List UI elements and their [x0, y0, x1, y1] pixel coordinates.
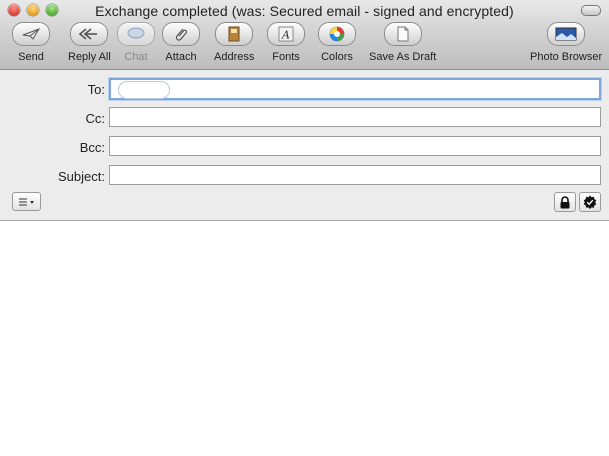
to-field[interactable] — [109, 78, 601, 100]
sign-button[interactable] — [579, 192, 601, 212]
subject-row: Subject: — [0, 165, 609, 189]
save-as-draft-button[interactable]: Save As Draft — [369, 22, 436, 63]
color-wheel-icon — [329, 26, 345, 42]
photo-icon — [555, 27, 577, 41]
subject-label: Subject: — [58, 169, 105, 184]
window-controls — [8, 4, 58, 16]
cc-label: Cc: — [85, 111, 106, 126]
window-title: Exchange completed (was: Secured email -… — [95, 3, 514, 19]
to-label: To: — [87, 82, 105, 97]
to-row: To: — [0, 78, 609, 102]
save-as-draft-label: Save As Draft — [369, 51, 437, 63]
chat-icon — [127, 27, 145, 39]
photo-browser-label: Photo Browser — [530, 51, 603, 63]
send-label: Send — [18, 51, 44, 63]
list-icon — [18, 198, 34, 205]
subject-field[interactable] — [109, 165, 601, 185]
format-menu-button[interactable] — [12, 192, 41, 211]
address-label: Address — [214, 51, 255, 63]
colors-button[interactable]: Colors — [318, 22, 356, 63]
address-book-icon — [228, 26, 240, 42]
address-button[interactable]: Address — [214, 22, 254, 63]
reply-all-label: Reply All — [68, 51, 111, 63]
mail-compose-window: Exchange completed (was: Secured email -… — [0, 0, 609, 456]
fonts-icon: A — [278, 26, 294, 42]
toolbar: Send Reply All Chat Attach Address A Fon… — [0, 22, 609, 68]
bcc-field[interactable] — [109, 136, 601, 156]
window-chrome: Exchange completed (was: Secured email -… — [0, 0, 609, 70]
colors-label: Colors — [321, 51, 353, 63]
svg-text:A: A — [281, 29, 290, 42]
chat-button[interactable]: Chat — [117, 22, 155, 63]
cc-field[interactable] — [109, 107, 601, 127]
reply-all-button[interactable]: Reply All — [68, 22, 111, 63]
redacted-recipient — [118, 81, 170, 99]
bcc-label: Bcc: — [79, 140, 105, 155]
draft-icon — [397, 26, 409, 42]
chat-label: Chat — [124, 51, 148, 63]
paperclip-icon — [175, 28, 188, 41]
photo-browser-button[interactable]: Photo Browser — [530, 22, 602, 63]
lock-icon — [560, 195, 570, 208]
cc-row: Cc: — [0, 107, 609, 131]
message-body[interactable] — [0, 221, 609, 456]
reply-all-icon — [79, 28, 98, 40]
fonts-button[interactable]: A Fonts — [267, 22, 305, 63]
send-button[interactable]: Send — [12, 22, 50, 63]
bcc-row: Bcc: — [0, 136, 609, 160]
send-icon — [22, 28, 41, 40]
encrypt-button[interactable] — [554, 192, 576, 212]
minimize-window-button[interactable] — [27, 4, 39, 16]
fonts-label: Fonts — [272, 51, 300, 63]
zoom-window-button[interactable] — [46, 4, 58, 16]
signed-badge-icon — [583, 195, 597, 209]
message-header: To: Cc: Bcc: Subject: — [0, 70, 609, 221]
close-window-button[interactable] — [8, 4, 20, 16]
toolbar-toggle-button[interactable] — [581, 5, 601, 16]
attach-button[interactable]: Attach — [162, 22, 200, 63]
attach-label: Attach — [165, 51, 197, 63]
